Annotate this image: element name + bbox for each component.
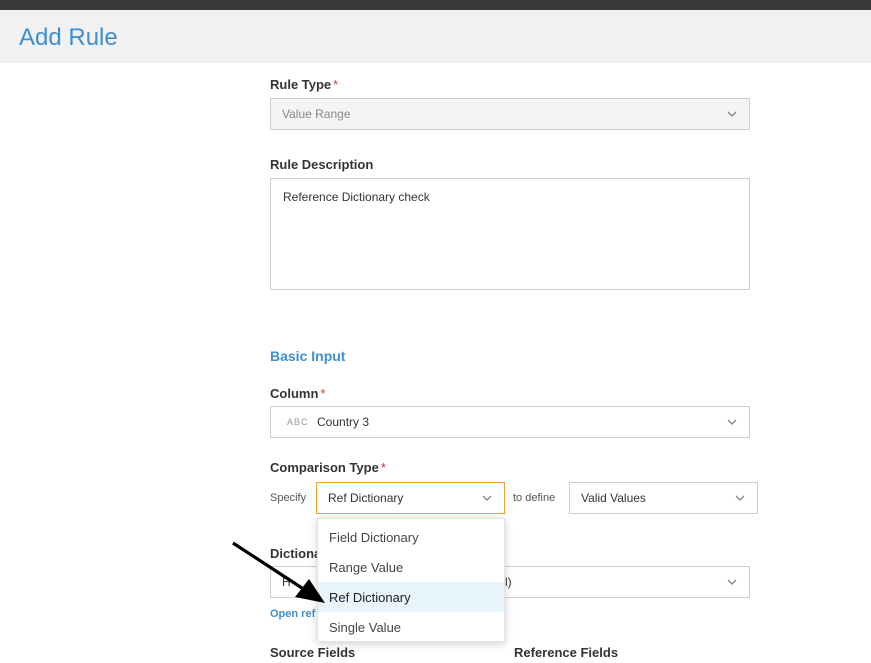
chevron-down-icon bbox=[727, 579, 737, 585]
comparison-type-select[interactable]: Ref Dictionary bbox=[316, 482, 505, 514]
define-select[interactable]: Valid Values bbox=[569, 482, 758, 514]
rule-type-value: Value Range bbox=[282, 107, 351, 121]
basic-input-title: Basic Input bbox=[270, 348, 346, 364]
string-type-icon: ABC bbox=[287, 417, 309, 427]
top-bar bbox=[0, 0, 871, 10]
rule-type-label: Rule Type * bbox=[270, 77, 339, 92]
specify-label: Specify bbox=[270, 492, 307, 504]
page-header: Add Rule bbox=[0, 10, 871, 63]
source-fields-label: Source Fields bbox=[270, 645, 356, 660]
chevron-down-icon bbox=[727, 419, 737, 425]
dropdown-option-single-value[interactable]: Single Value bbox=[318, 612, 504, 642]
comparison-type-value: Ref Dictionary bbox=[328, 491, 404, 505]
comparison-type-dropdown: Field Dictionary Range Value Ref Diction… bbox=[317, 518, 505, 642]
rule-description-value: Reference Dictionary check bbox=[283, 190, 430, 204]
rule-description-textarea[interactable]: Reference Dictionary check bbox=[270, 178, 750, 290]
page-title: Add Rule bbox=[19, 24, 118, 51]
chevron-down-icon bbox=[482, 495, 492, 501]
dropdown-option-range-value[interactable]: Range Value bbox=[318, 552, 504, 582]
rule-description-label: Rule Description bbox=[270, 157, 374, 172]
define-value: Valid Values bbox=[581, 491, 646, 505]
dropdown-option-ref-dictionary[interactable]: Ref Dictionary bbox=[318, 582, 504, 612]
chevron-down-icon bbox=[727, 111, 737, 117]
dropdown-option-field-dictionary[interactable]: Field Dictionary bbox=[318, 522, 504, 552]
dictionary-value-suffix: l) bbox=[505, 575, 512, 589]
reference-fields-label: Reference Fields bbox=[514, 645, 619, 660]
rule-type-select[interactable]: Value Range bbox=[270, 98, 750, 130]
to-define-label: to define bbox=[513, 492, 556, 504]
column-select[interactable]: ABC Country 3 bbox=[270, 406, 750, 438]
column-label: Column * bbox=[270, 386, 326, 401]
arrow-pointer-icon bbox=[232, 541, 325, 603]
column-value: Country 3 bbox=[317, 415, 370, 429]
chevron-down-icon bbox=[735, 495, 745, 501]
comparison-type-label: Comparison Type * bbox=[270, 460, 386, 475]
